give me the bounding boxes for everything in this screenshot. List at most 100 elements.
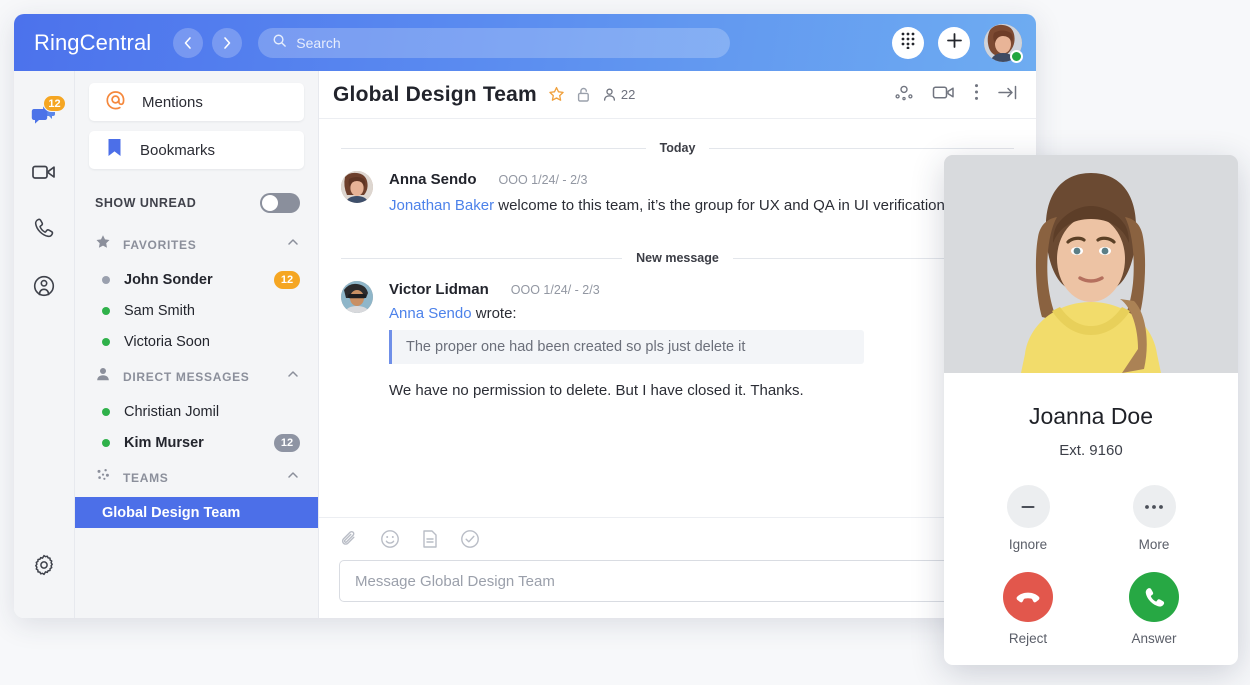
message-body: Victor Lidman OOO 1/24/ - 2/3 Anna Sendo…: [389, 281, 1014, 399]
rail-badge-message: 12: [43, 95, 66, 112]
team-icon: [95, 467, 111, 488]
member-count: 22: [621, 87, 635, 102]
forward-button[interactable]: [212, 28, 242, 58]
icon-rail: 12: [14, 71, 75, 618]
dialpad-icon: [900, 31, 916, 54]
contact-name: Christian Jomil: [124, 404, 219, 420]
rail-item-message[interactable]: 12: [22, 95, 66, 139]
dialpad-button[interactable]: [892, 27, 924, 59]
sidebar-group-direct-messages[interactable]: DIRECT MESSAGES: [75, 357, 318, 396]
message-status: OOO 1/24/ - 2/3: [499, 173, 588, 187]
sidebar-team-global-design-team[interactable]: Global Design Team: [75, 497, 318, 528]
call-actions: Ignore More Reject: [944, 459, 1238, 665]
app-window: RingCentral Search: [14, 14, 1036, 618]
collapse-right-icon[interactable]: [997, 84, 1018, 106]
message-item: Anna Sendo OOO 1/24/ - 2/3 Jonathan Bake…: [341, 171, 1014, 217]
answer-label: Answer: [1112, 631, 1196, 646]
sidebar-group-teams[interactable]: TEAMS: [75, 458, 318, 497]
reject-button[interactable]: Reject: [986, 572, 1070, 646]
contact-name: John Sonder: [124, 272, 213, 288]
divider-new-message: New message: [341, 251, 1014, 265]
search-input[interactable]: Search: [258, 28, 730, 58]
rail-item-settings[interactable]: [22, 545, 66, 589]
message-author: Victor Lidman: [389, 281, 489, 298]
task-icon[interactable]: [460, 529, 480, 549]
ignore-button[interactable]: Ignore: [986, 485, 1070, 552]
quoted-message: The proper one had been created so pls j…: [389, 330, 864, 364]
toggle-knob: [262, 195, 278, 211]
sidebar-group-favorites[interactable]: FAVORITES: [75, 225, 318, 264]
message-status: OOO 1/24/ - 2/3: [511, 283, 600, 297]
more-vertical-icon[interactable]: [974, 83, 979, 106]
team-name: Global Design Team: [102, 505, 240, 521]
avatar[interactable]: [341, 281, 373, 313]
add-button[interactable]: [938, 27, 970, 59]
presence-dot: [102, 439, 110, 447]
star-outline-icon[interactable]: [548, 86, 565, 103]
back-button[interactable]: [173, 28, 203, 58]
rail-item-phone[interactable]: [22, 209, 66, 253]
message-meta: Victor Lidman OOO 1/24/ - 2/3: [389, 281, 1014, 298]
divider-today: Today: [341, 141, 1014, 155]
video-icon[interactable]: [932, 84, 956, 106]
more-button[interactable]: More: [1112, 485, 1196, 552]
rail-bottom: [14, 545, 74, 602]
app-brand: RingCentral: [34, 30, 151, 56]
contact-name: Kim Murser: [124, 435, 204, 451]
answer-button[interactable]: Answer: [1112, 572, 1196, 646]
star-icon: [95, 234, 111, 255]
sidebar-contact-sam-smith[interactable]: Sam Smith: [75, 295, 318, 326]
message-item: Victor Lidman OOO 1/24/ - 2/3 Anna Sendo…: [341, 281, 1014, 399]
share-icon[interactable]: [894, 82, 914, 107]
message-list: Today Ann: [319, 119, 1036, 517]
sidebar-contact-kim-murser[interactable]: Kim Murser 12: [75, 427, 318, 458]
contacts-icon: [32, 274, 56, 303]
caller-name: Joanna Doe: [944, 403, 1238, 430]
minus-icon: [1007, 485, 1050, 528]
rail-item-video[interactable]: [22, 152, 66, 196]
sidebar-contact-victoria-soon[interactable]: Victoria Soon: [75, 326, 318, 357]
sidebar-item-bookmarks[interactable]: Bookmarks: [89, 131, 304, 169]
sidebar: Mentions Bookmarks SHOW UNREAD: [75, 71, 319, 618]
caller-extension: Ext. 9160: [944, 442, 1238, 459]
mention-link[interactable]: Jonathan Baker: [389, 197, 494, 214]
sidebar-contact-john-sonder[interactable]: John Sonder 12: [75, 264, 318, 295]
contact-name: Victoria Soon: [124, 334, 210, 350]
at-icon: [105, 89, 126, 115]
incoming-call-card: Joanna Doe Ext. 9160 Ignore More: [944, 155, 1238, 665]
search-icon: [272, 33, 287, 53]
show-unread-label: SHOW UNREAD: [95, 196, 196, 210]
avatar[interactable]: [341, 171, 373, 203]
sidebar-item-mentions[interactable]: Mentions: [89, 83, 304, 121]
quote-header: Anna Sendo wrote:: [389, 305, 1014, 322]
avatar[interactable]: [984, 24, 1022, 62]
conversation-actions: [894, 82, 1018, 107]
quote-author-link[interactable]: Anna Sendo: [389, 305, 472, 322]
top-bar-actions: [892, 24, 1022, 62]
unread-badge: 12: [274, 271, 300, 289]
message-meta: Anna Sendo OOO 1/24/ - 2/3: [389, 171, 1014, 188]
chevron-left-icon: [180, 35, 196, 51]
composer-toolbar: [339, 529, 1016, 549]
unlock-icon[interactable]: [576, 86, 591, 103]
chevron-up-icon: [286, 367, 300, 386]
reject-label: Reject: [986, 631, 1070, 646]
note-icon[interactable]: [421, 529, 439, 549]
message-composer: Message Global Design Team: [319, 517, 1036, 618]
show-unread-toggle[interactable]: [260, 193, 300, 213]
app-body: 12: [14, 71, 1036, 618]
emoji-icon[interactable]: [380, 529, 400, 549]
group-title: TEAMS: [123, 471, 169, 485]
attach-icon[interactable]: [339, 529, 359, 549]
search-placeholder: Search: [296, 35, 340, 51]
conversation-panel: Global Design Team 22: [319, 71, 1036, 618]
gear-icon: [32, 553, 56, 582]
members-icon[interactable]: [602, 87, 617, 102]
message-author: Anna Sendo: [389, 171, 477, 188]
phone-icon: [33, 217, 56, 245]
ignore-label: Ignore: [986, 537, 1070, 552]
sidebar-item-label: Mentions: [142, 94, 203, 111]
message-input[interactable]: Message Global Design Team: [339, 560, 1016, 602]
sidebar-contact-christian-jomil[interactable]: Christian Jomil: [75, 396, 318, 427]
rail-item-contacts[interactable]: [22, 266, 66, 310]
